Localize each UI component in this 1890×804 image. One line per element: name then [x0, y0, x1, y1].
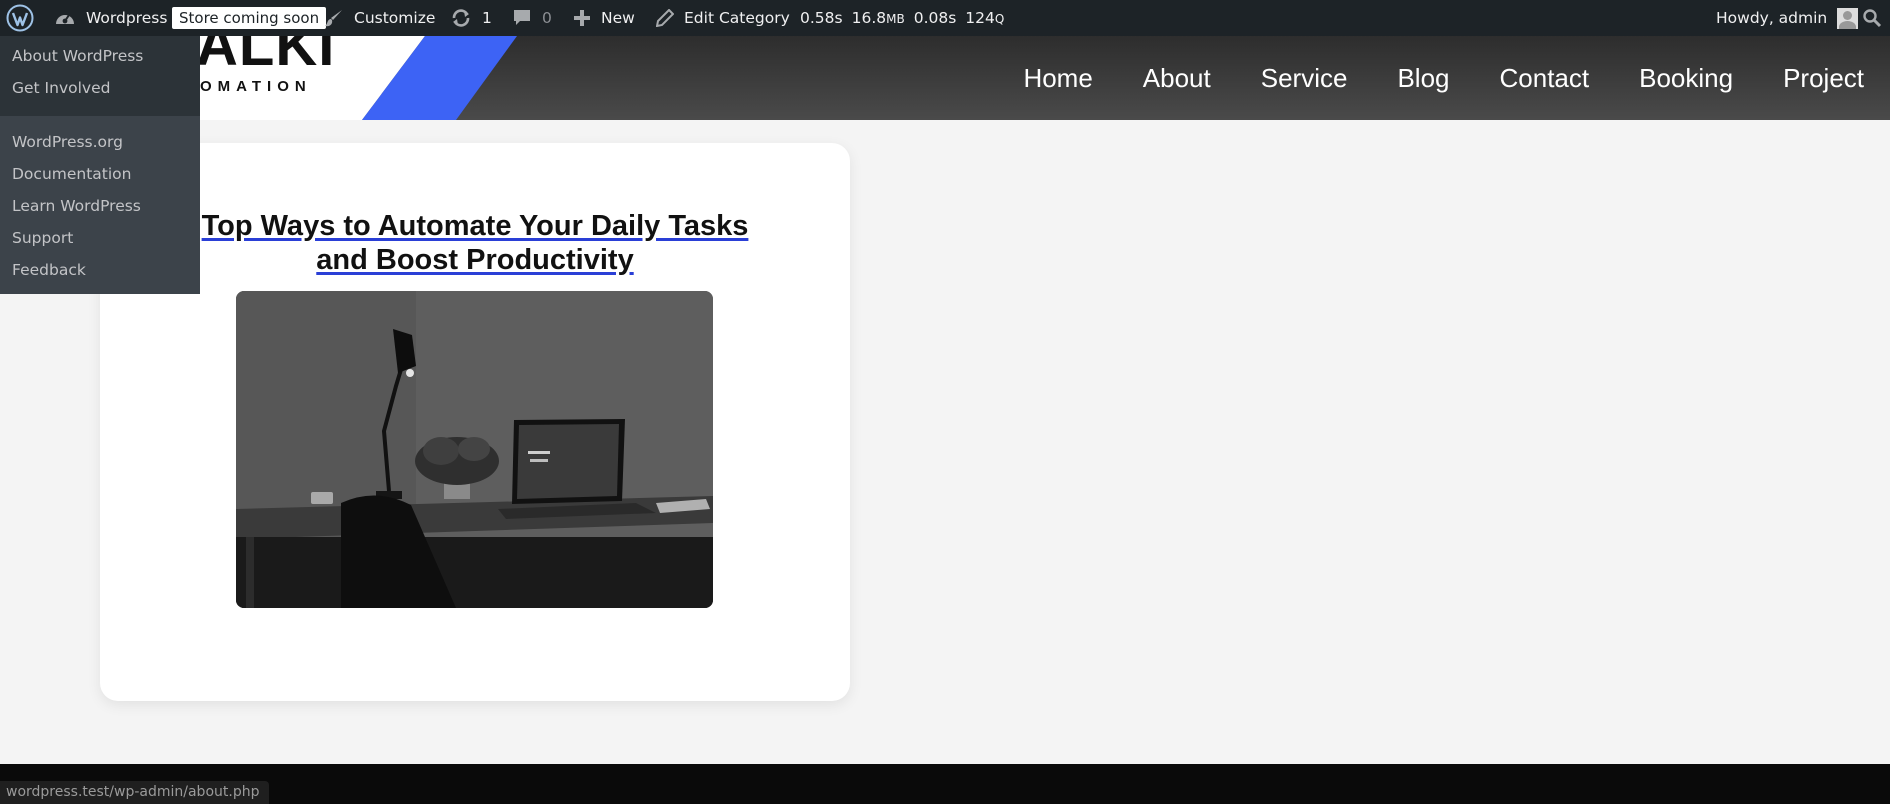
query-count: 124Q: [965, 9, 1005, 27]
howdy-label: Howdy, admin: [1716, 9, 1828, 27]
menu-item-support[interactable]: Support: [0, 222, 200, 254]
wordpress-logo-dropdown: About WordPress Get Involved WordPress.o…: [0, 36, 200, 294]
menu-item-about-wordpress[interactable]: About WordPress: [0, 40, 200, 72]
plus-icon: [574, 10, 590, 26]
post-title-link[interactable]: Top Ways to Automate Your Daily Tasks an…: [202, 210, 749, 276]
menu-item-learn-wordpress[interactable]: Learn WordPress: [0, 190, 200, 222]
customize-link[interactable]: Customize: [324, 0, 435, 36]
db-time: 0.08s: [913, 9, 957, 27]
nav-about[interactable]: About: [1143, 63, 1211, 94]
store-coming-soon-badge[interactable]: Store coming soon: [172, 0, 327, 36]
updates-icon: [452, 9, 470, 27]
logo-text: ALKI: [196, 36, 336, 78]
site-name-label: Wordpress: [86, 9, 168, 27]
new-label: New: [601, 9, 635, 27]
query-monitor-stats[interactable]: 0.58s 16.8MB 0.08s 124Q: [800, 0, 1013, 36]
comment-icon: [514, 10, 530, 25]
menu-item-wordpress-org[interactable]: WordPress.org: [0, 126, 200, 158]
nav-contact[interactable]: Contact: [1500, 63, 1590, 94]
edit-category-link[interactable]: Edit Category: [656, 0, 790, 36]
post-featured-image[interactable]: [236, 291, 713, 608]
wp-menu-group-about: About WordPress Get Involved: [0, 36, 200, 116]
comments-link[interactable]: 0: [512, 0, 552, 36]
store-badge-label: Store coming soon: [172, 7, 327, 29]
admin-bar: Wordpress Store coming soon Customize 1 …: [0, 0, 1890, 36]
nav-blog[interactable]: Blog: [1397, 63, 1449, 94]
site-header: ALKI OMATION Home About Service Blog Con…: [0, 36, 1890, 120]
page-time: 0.58s: [800, 9, 843, 27]
site-name-menu[interactable]: Wordpress: [54, 0, 167, 36]
updates-link[interactable]: 1: [450, 0, 492, 36]
my-account-menu[interactable]: Howdy, admin: [1716, 0, 1859, 36]
menu-item-documentation[interactable]: Documentation: [0, 158, 200, 190]
post-card: Top Ways to Automate Your Daily Tasks an…: [100, 143, 850, 701]
nav-service[interactable]: Service: [1261, 63, 1348, 94]
nav-booking[interactable]: Booking: [1639, 63, 1733, 94]
pencil-icon: [656, 9, 674, 27]
nav-home[interactable]: Home: [1023, 63, 1092, 94]
main-navigation: Home About Service Blog Contact Booking …: [973, 36, 1864, 120]
new-content-menu[interactable]: New: [573, 0, 635, 36]
post-title: Top Ways to Automate Your Daily Tasks an…: [180, 209, 770, 277]
memory-usage: 16.8MB: [851, 9, 905, 27]
menu-item-get-involved[interactable]: Get Involved: [0, 72, 200, 104]
dashboard-icon: [56, 14, 74, 24]
browser-status-url: wordpress.test/wp-admin/about.php: [0, 781, 270, 804]
search-icon[interactable]: [1862, 0, 1882, 36]
brush-icon: [325, 10, 342, 27]
customize-label: Customize: [354, 9, 436, 27]
menu-item-feedback[interactable]: Feedback: [0, 254, 200, 286]
avatar: [1837, 7, 1859, 29]
wp-menu-group-external: WordPress.org Documentation Learn WordPr…: [0, 116, 200, 294]
edit-category-label: Edit Category: [684, 9, 790, 27]
nav-project[interactable]: Project: [1783, 63, 1864, 94]
logo-subtext: OMATION: [200, 78, 312, 95]
wordpress-logo-icon[interactable]: [6, 0, 34, 36]
updates-count: 1: [482, 9, 492, 27]
comments-count: 0: [542, 9, 552, 27]
site-footer: [0, 764, 1890, 804]
